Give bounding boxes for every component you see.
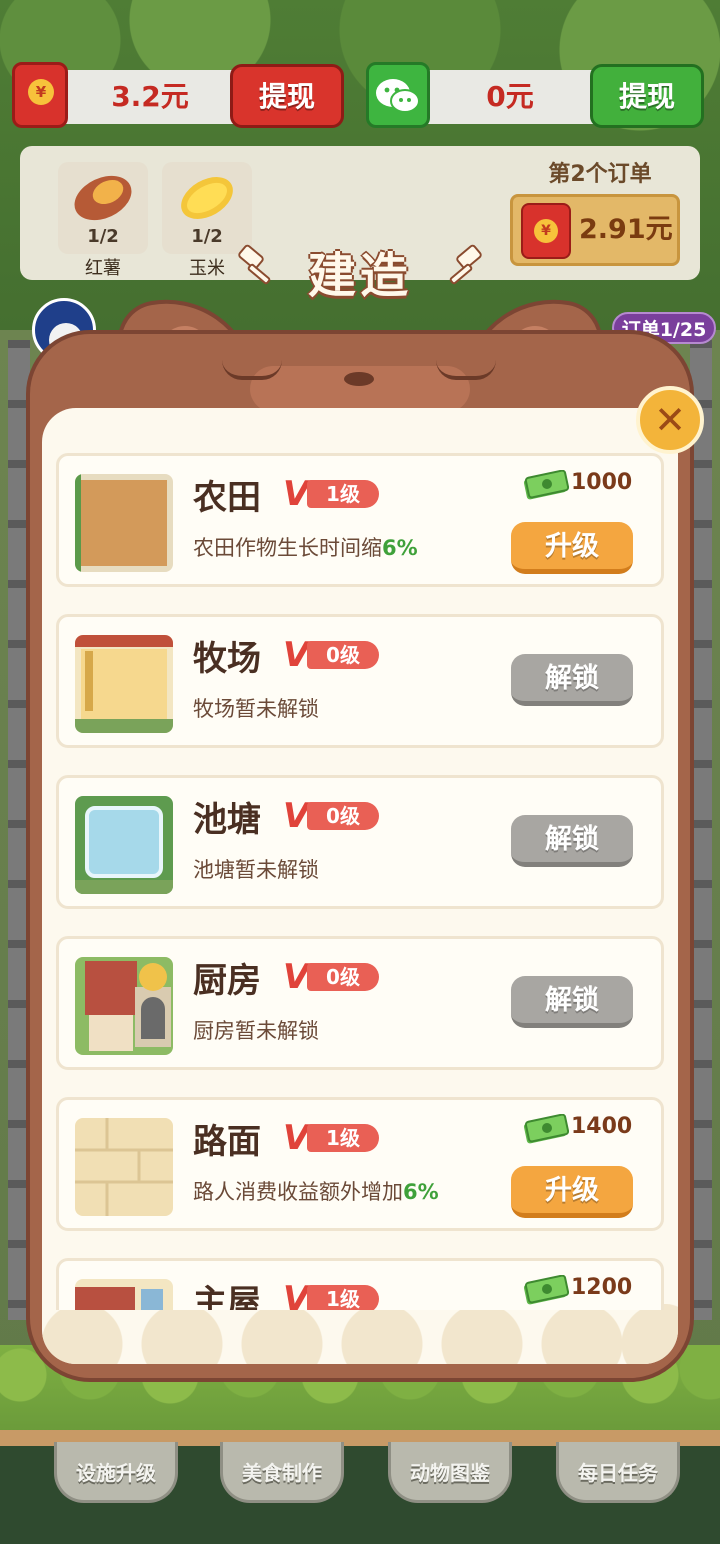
cash-icon [523, 1114, 569, 1144]
facility-description: 厨房暂未解锁 [193, 1019, 319, 1043]
facility-description: 池塘暂未解锁 [193, 858, 319, 882]
main-house-thumbnail [75, 1279, 173, 1310]
nav-food-making[interactable]: 美食制作 [220, 1442, 344, 1503]
nav-daily-tasks[interactable]: 每日任务 [556, 1442, 680, 1503]
facility-name: 厨房 [193, 961, 261, 1001]
wechat-withdraw-button[interactable]: 提现 [590, 64, 704, 128]
road-thumbnail [75, 1118, 173, 1216]
build-row-farmland: 农田 V 1级 农田作物生长时间缩6% 1000 升级 [56, 453, 664, 587]
farmland-thumbnail [75, 474, 173, 572]
facility-name: 农田 [193, 478, 261, 518]
facility-description: 牧场暂未解锁 [193, 697, 319, 721]
kitchen-thumbnail [75, 957, 173, 1055]
facility-name: 路面 [193, 1122, 261, 1162]
facility-description: 农田作物生长时间缩6% [193, 536, 418, 560]
nav-facility-upgrade[interactable]: 设施升级 [54, 1442, 178, 1503]
upgrade-button[interactable]: 升级 [511, 522, 633, 574]
nav-animal-guide[interactable]: 动物图鉴 [388, 1442, 512, 1503]
redpacket-icon: ¥ [12, 62, 68, 128]
unlock-button[interactable]: 解锁 [511, 976, 633, 1028]
hammer-icon [449, 244, 482, 285]
build-row-ranch: 牧场 V 0级 牧场暂未解锁 解锁 [56, 614, 664, 748]
modal-nose [344, 372, 374, 386]
unlock-button[interactable]: 解锁 [511, 815, 633, 867]
pond-thumbnail [75, 796, 173, 894]
build-row-kitchen: 厨房 V 0级 厨房暂未解锁 解锁 [56, 936, 664, 1070]
build-row-main-house-clip: 主屋 V 1级 1200 [56, 1258, 664, 1310]
build-row-main-house: 主屋 V 1级 1200 [56, 1258, 664, 1310]
close-button[interactable]: ✕ [636, 386, 704, 454]
cash-icon [523, 1275, 569, 1305]
facility-name: 池塘 [193, 800, 261, 840]
ranch-thumbnail [75, 635, 173, 733]
build-row-road: 路面 V 1级 路人消费收益额外增加6% 1400 升级 [56, 1097, 664, 1231]
unlock-button[interactable]: 解锁 [511, 654, 633, 706]
upgrade-cost: 1400 [507, 1110, 657, 1150]
order-number: 第2个订单 [548, 162, 652, 187]
wechat-balance: 0元 [486, 80, 534, 113]
upgrade-cost: 1200 [507, 1271, 657, 1310]
upgrade-button[interactable]: 升级 [511, 1166, 633, 1218]
redpacket-balance: 3.2元 [111, 80, 189, 113]
cash-icon [523, 470, 569, 500]
build-row-pond: 池塘 V 0级 池塘暂未解锁 解锁 [56, 775, 664, 909]
wechat-icon [366, 62, 430, 128]
corn-icon [181, 177, 233, 219]
sweet-potato-icon [74, 175, 132, 221]
redpacket-withdraw-button[interactable]: 提现 [230, 64, 344, 128]
upgrade-cost: 1000 [507, 466, 657, 506]
facility-name: 主屋 [193, 1283, 261, 1310]
facility-description: 路人消费收益额外增加6% [193, 1180, 439, 1204]
facility-name: 牧场 [193, 639, 261, 679]
modal-title: 建造 [307, 248, 412, 304]
